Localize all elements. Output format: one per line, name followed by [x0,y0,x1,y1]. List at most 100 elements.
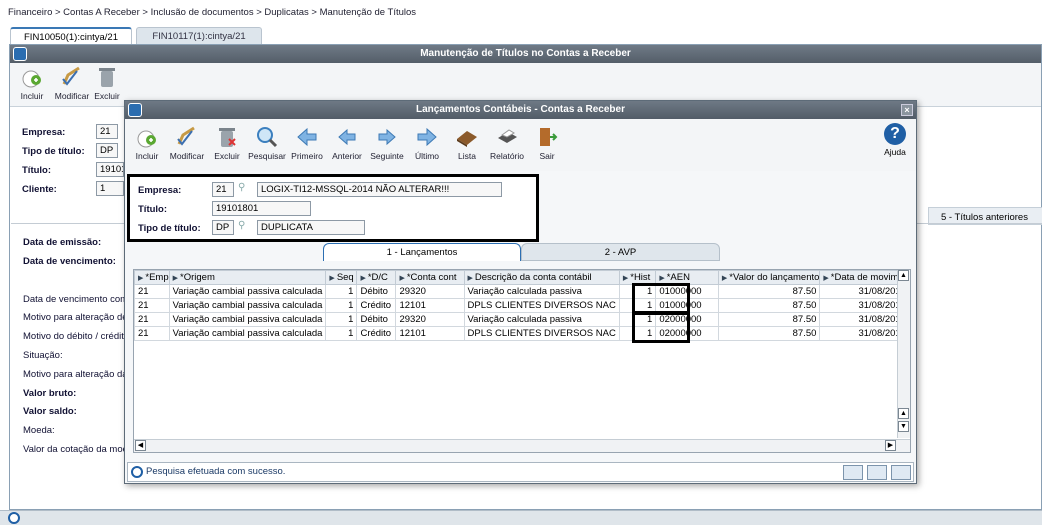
col-header[interactable]: ▶ *Conta cont [395,270,465,285]
anterior-button[interactable]: Anterior [327,125,367,161]
dialog-toolbar: Incluir Modificar Excluir Pesquisar Prim… [125,119,916,171]
modificar-button[interactable]: Modificar [167,125,207,161]
table-row[interactable]: 21 Variação cambial passiva calculada 1 … [134,298,910,313]
scroll-right-icon[interactable]: ▶ [885,440,896,451]
excluir-button[interactable]: Excluir [207,125,247,161]
cell-dc[interactable]: Débito [356,284,397,299]
pesquisar-button[interactable]: Pesquisar [247,125,287,161]
titulo-field[interactable]: 19101801 [212,201,311,216]
cell-valor[interactable]: 87.50 [717,284,821,299]
ultimo-button[interactable]: Último [407,125,447,161]
cell-seq[interactable]: 1 [325,298,358,313]
empresa-label: Empresa: [138,185,182,196]
dialog-menu-icon[interactable] [128,103,142,117]
cell-conta[interactable]: 29320 [395,284,465,299]
relatorio-button[interactable]: Relatório [487,125,527,161]
cell-descricao[interactable]: DPLS CLIENTES DIVERSOS NAC [463,326,620,341]
tipo-titulo-field[interactable]: DP [96,143,118,158]
cell-origem[interactable]: Variação cambial passiva calculada [168,284,327,299]
tipo-titulo-field[interactable]: DP [212,220,234,235]
printer-icon [498,129,517,143]
cell-conta[interactable]: 12101 [395,326,465,341]
aen-highlight-box [632,311,690,343]
modificar-button[interactable]: Modificar [52,65,92,101]
col-header[interactable]: ▶ *Valor do lançamento [717,270,821,285]
tipo-titulo-label: Tipo de título: [22,146,85,157]
cell-conta[interactable]: 29320 [395,312,465,327]
tab-fin10117[interactable]: FIN10117(1):cintya/21 [136,27,262,45]
last-arrow-icon [417,127,437,147]
search-icon[interactable]: ⚲ [238,182,245,193]
vertical-scrollbar[interactable]: ▲ ▲ ▼ [897,270,910,438]
cell-valor[interactable]: 87.50 [717,298,821,313]
cell-seq[interactable]: 1 [325,326,358,341]
col-header[interactable]: ▶ *D/C [356,270,397,285]
cell-emp[interactable]: 21 [134,298,170,313]
cell-descricao[interactable]: Variação calculada passiva [463,312,620,327]
cell-seq[interactable]: 1 [325,284,358,299]
tipo-titulo-description: DUPLICATA [257,220,365,235]
cell-seq[interactable]: 1 [325,312,358,327]
cell-valor[interactable]: 87.50 [717,312,821,327]
sair-button[interactable]: Sair [527,125,567,161]
cell-dc[interactable]: Débito [356,312,397,327]
cliente-field[interactable]: 1 [96,181,124,196]
cell-origem[interactable]: Variação cambial passiva calculada [168,326,327,341]
horizontal-scrollbar[interactable]: ◀ ▶ [134,439,910,452]
edit-icon [177,126,195,146]
magnifier-icon [257,127,278,148]
lancamentos-dialog: Lançamentos Contábeis - Contas a Receber… [124,100,917,484]
scroll-up-icon[interactable]: ▲ [898,408,909,419]
scroll-left-icon[interactable]: ◀ [135,440,146,451]
cell-emp[interactable]: 21 [134,284,170,299]
seguinte-button[interactable]: Seguinte [367,125,407,161]
search-icon[interactable]: ⚲ [238,220,245,231]
cell-valor[interactable]: 87.50 [717,326,821,341]
trash-icon [99,68,115,87]
titulo-label: Título: [22,165,52,176]
add-icon [137,130,156,148]
cell-descricao[interactable]: DPLS CLIENTES DIVERSOS NAC [463,298,620,313]
col-header[interactable]: ▶ Seq [325,270,358,285]
breadcrumb[interactable]: Financeiro > Contas A Receber > Inclusão… [0,0,1042,24]
chat-icon[interactable] [891,465,911,480]
table-row[interactable]: 21 Variação cambial passiva calculada 1 … [134,326,910,341]
close-icon[interactable]: × [901,104,913,116]
status-ring-icon [8,512,20,524]
titulo-field[interactable]: 19101 [96,162,124,177]
cell-dc[interactable]: Crédito [356,298,397,313]
program-tabs: FIN10050(1):cintya/21 FIN10117(1):cintya… [0,24,1042,45]
cell-dc[interactable]: Crédito [356,326,397,341]
empresa-field[interactable]: 21 [96,124,118,139]
incluir-button[interactable]: Incluir [127,125,167,161]
incluir-button[interactable]: Incluir [12,65,52,101]
cell-descricao[interactable]: Variação calculada passiva [463,284,620,299]
document-icon[interactable] [867,465,887,480]
cell-conta[interactable]: 12101 [395,298,465,313]
lista-button[interactable]: Lista [447,125,487,161]
cell-origem[interactable]: Variação cambial passiva calculada [168,312,327,327]
window-menu-icon[interactable] [13,47,27,61]
ajuda-button[interactable]: ? Ajuda [884,123,906,157]
scroll-down-icon[interactable]: ▼ [898,421,909,432]
tab-lancamentos[interactable]: 1 - Lançamentos [323,243,521,261]
tab-avp[interactable]: 2 - AVP [521,243,720,261]
primeiro-button[interactable]: Primeiro [287,125,327,161]
tab-fin10050[interactable]: FIN10050(1):cintya/21 [10,27,132,45]
status-message: Pesquisa efetuada com sucesso. [146,466,286,477]
scroll-up-icon[interactable]: ▲ [898,270,909,281]
col-header[interactable]: ▶ Descrição da conta contábil [463,270,620,285]
first-arrow-icon [297,127,317,147]
table-row[interactable]: 21 Variação cambial passiva calculada 1 … [134,284,910,299]
cell-emp[interactable]: 21 [134,312,170,327]
empresa-field[interactable]: 21 [212,182,234,197]
col-header[interactable]: ▶ *Emp [134,270,170,285]
cell-emp[interactable]: 21 [134,326,170,341]
excluir-button[interactable]: Excluir [92,65,122,101]
col-header[interactable]: ▶ *Origem [168,270,327,285]
navigate-icon[interactable] [843,465,863,480]
cell-origem[interactable]: Variação cambial passiva calculada [168,298,327,313]
table-row[interactable]: 21 Variação cambial passiva calculada 1 … [134,312,910,327]
lancamentos-grid: ▶ *Emp ▶ *Origem ▶ Seq ▶ *D/C ▶ *Conta cont ▶… [133,269,911,453]
subtabs: 1 - Lançamentos 2 - AVP [323,243,720,261]
